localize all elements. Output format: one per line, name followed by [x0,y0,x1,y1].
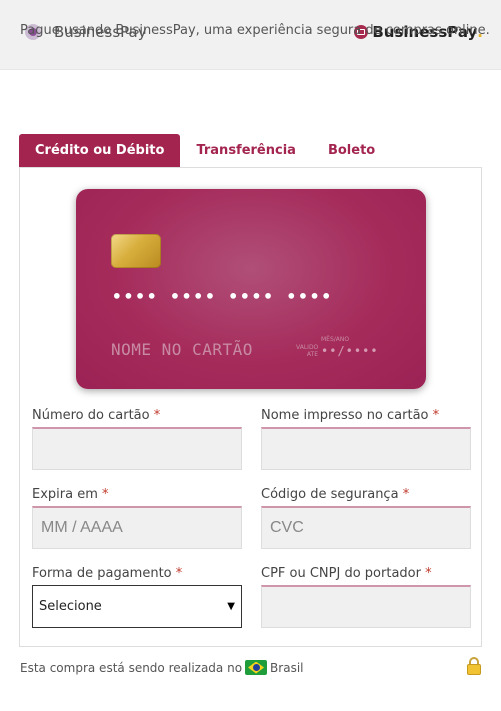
required-marker: * [402,487,410,502]
expiry-input[interactable]: MM / AAAA [32,506,242,549]
required-marker: * [425,566,432,581]
card-name-label: Nome impresso no cartão * [261,408,439,423]
payment-panel: •••• •••• •••• •••• NOME NO CARTÃO VALID… [19,167,482,647]
tab-credit-debit[interactable]: Crédito ou Débito [19,134,181,167]
card-valid-label: VALIDO ATE [296,344,319,358]
card-number-label-text: Número do cartão [32,408,150,423]
card-month-year-label: MÊS/ANO [321,336,350,343]
footer-notice: Esta compra está sendo realizada no Bras… [20,660,304,675]
required-marker: * [102,487,109,502]
card-name-label-text: Nome impresso no cartão [261,408,429,423]
expiry-label: Expira em * [32,487,109,502]
lock-icon [467,657,481,675]
chip-icon [111,234,161,268]
payment-method-label-text: Forma de pagamento [32,566,172,581]
lock-body [467,664,481,675]
required-marker: * [175,566,183,581]
required-marker: * [153,408,161,423]
expiry-label-text: Expira em [32,487,98,502]
required-marker: * [432,408,440,423]
card-number-label: Número do cartão * [32,408,160,423]
tab-boleto[interactable]: Boleto [312,134,391,167]
cvc-input[interactable]: CVC [261,506,471,549]
document-label-text: CPF ou CNPJ do portador [261,566,421,581]
payment-method-selected: Selecione [39,599,102,614]
payment-method-label: Forma de pagamento * [32,566,182,581]
intro-text: Pague usando BusinessPay, uma experiênci… [20,23,490,38]
card-name-input[interactable] [261,427,471,470]
footer-country: Brasil [270,660,304,675]
card-preview-number: •••• •••• •••• •••• [112,287,334,306]
payment-method-select[interactable]: Selecione ▼ [32,585,242,628]
footer-text: Esta compra está sendo realizada no [20,660,243,675]
cvc-label-text: Código de segurança [261,487,399,502]
card-preview: •••• •••• •••• •••• NOME NO CARTÃO VALID… [76,189,426,389]
card-number-input[interactable] [32,427,242,470]
brazil-flag-icon [245,660,268,675]
dropdown-arrow-icon: ▼ [227,601,235,612]
payment-tabs: Crédito ou Débito Transferência Boleto [19,134,391,167]
document-label: CPF ou CNPJ do portador * [261,566,432,581]
card-preview-expiry: ••/•••• [321,344,379,358]
document-input[interactable] [261,585,471,628]
tab-transfer[interactable]: Transferência [180,134,312,167]
cvc-label: Código de segurança * [261,487,409,502]
card-preview-name: NOME NO CARTÃO [111,340,253,359]
